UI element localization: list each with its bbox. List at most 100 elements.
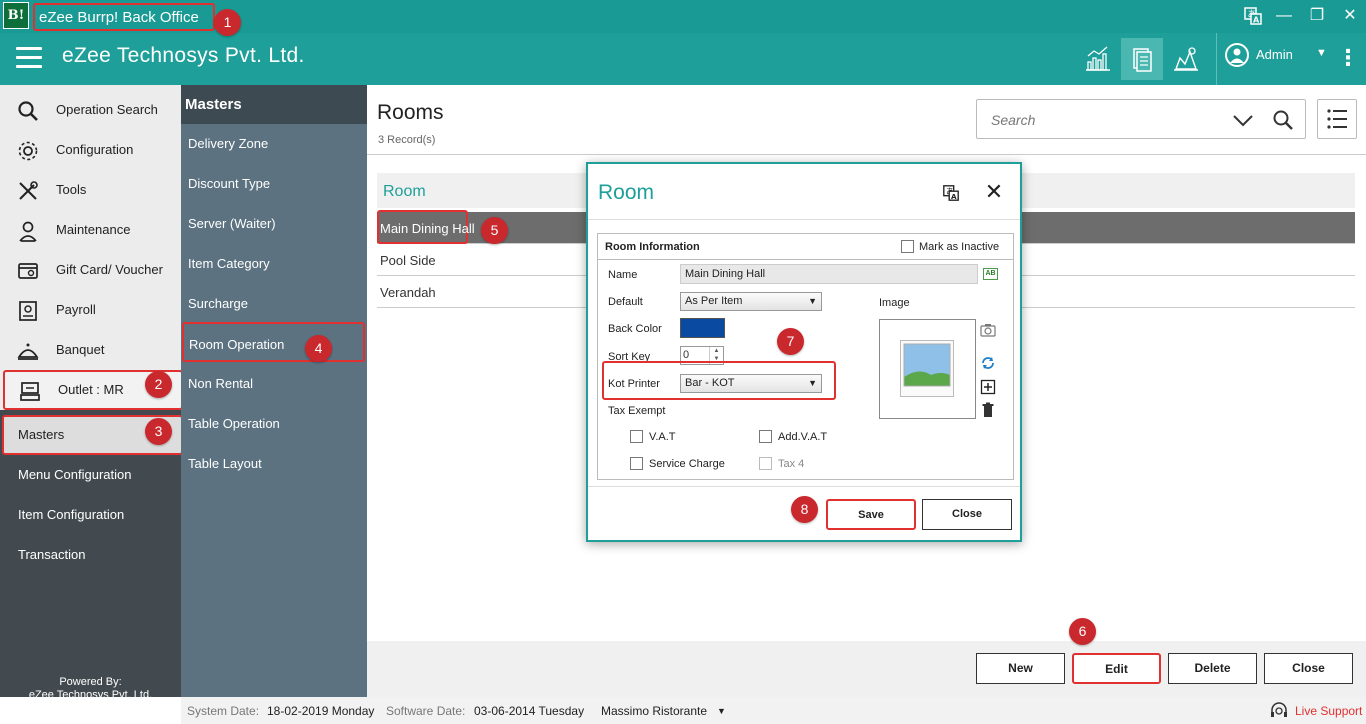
masters-item-label: Room Operation <box>189 337 285 352</box>
svg-text:A: A <box>951 192 957 201</box>
masters-item-delivery-zone[interactable]: Delivery Zone <box>181 124 367 164</box>
chevron-down-icon: ▼ <box>1316 47 1327 59</box>
property-selector[interactable]: Massimo Ristorante <box>601 704 707 718</box>
gear-icon <box>18 141 38 161</box>
masters-item-label: Table Layout <box>188 456 262 471</box>
back-color-picker[interactable] <box>680 318 725 338</box>
chevron-down-icon: ▼ <box>808 378 817 388</box>
masters-item-non-rental[interactable]: Non Rental <box>181 364 367 404</box>
masters-item-item-category[interactable]: Item Category <box>181 244 367 284</box>
app-header: eZee Technosys Pvt. Ltd. Admin ▼ ⋮ <box>0 33 1366 85</box>
divider <box>588 486 1020 487</box>
masters-item-discount-type[interactable]: Discount Type <box>181 164 367 204</box>
masters-panel: Masters Delivery Zone Discount Type Serv… <box>181 85 367 697</box>
refresh-icon[interactable] <box>980 355 996 371</box>
edit-button[interactable]: Edit <box>1072 653 1161 684</box>
abbreviation-icon[interactable]: AB <box>983 268 998 280</box>
documents-icon[interactable] <box>1121 38 1163 80</box>
operations-icon[interactable] <box>1165 38 1207 80</box>
search-field[interactable]: Search <box>976 99 1306 139</box>
tools-icon <box>19 181 38 200</box>
window-close-button[interactable]: ✕ <box>1336 4 1364 28</box>
masters-item-table-layout[interactable]: Table Layout <box>181 444 367 484</box>
vat-checkbox[interactable] <box>630 430 643 443</box>
app-title: eZee Burrp! Back Office <box>33 3 215 31</box>
minimize-button[interactable]: — <box>1270 4 1298 28</box>
translate-icon[interactable]: あ A <box>942 184 960 202</box>
row-label: Pool Side <box>380 253 436 268</box>
translate-icon[interactable]: あ A <box>1243 6 1263 26</box>
service-charge-checkbox[interactable] <box>630 457 643 470</box>
tax-exempt-label: Tax Exempt <box>608 405 666 417</box>
payroll-icon <box>19 301 37 321</box>
vat-label: V.A.T <box>649 431 676 443</box>
close-icon[interactable]: ✕ <box>984 180 1004 204</box>
new-button[interactable]: New <box>976 653 1065 684</box>
masters-item-server-waiter[interactable]: Server (Waiter) <box>181 204 367 244</box>
sidebar-item-configuration[interactable]: Configuration <box>0 130 181 170</box>
record-count: 3 Record(s) <box>378 134 436 146</box>
hamburger-menu-icon[interactable] <box>16 47 42 69</box>
chevron-down-icon[interactable]: ▼ <box>717 706 726 716</box>
mark-inactive-checkbox[interactable] <box>901 240 914 253</box>
image-preview[interactable] <box>879 319 976 419</box>
company-name: eZee Technosys Pvt. Ltd. <box>62 44 305 67</box>
list-icon <box>1327 109 1347 129</box>
powered-by-company: eZee Technosys Pvt. Ltd. <box>28 689 153 701</box>
save-button[interactable]: Save <box>826 499 916 530</box>
headset-icon[interactable] <box>1269 701 1289 721</box>
sidebar-item-label: Menu Configuration <box>18 467 132 482</box>
sidebar-item-payroll[interactable]: Payroll <box>0 290 181 330</box>
masters-item-room-operation[interactable]: Room Operation <box>182 322 365 362</box>
outlet-icon <box>20 382 40 401</box>
sidebar-item-tools[interactable]: Tools <box>0 170 181 210</box>
tax4-checkbox[interactable] <box>759 457 772 470</box>
trash-icon[interactable] <box>980 402 996 418</box>
dialog-close-button[interactable]: Close <box>922 499 1012 530</box>
column-header-label: Room <box>383 183 426 200</box>
add-vat-checkbox[interactable] <box>759 430 772 443</box>
sidebar-item-label: Maintenance <box>56 222 131 237</box>
section-title: Room Information <box>605 241 700 253</box>
close-button[interactable]: Close <box>1264 653 1353 684</box>
search-input[interactable]: Search <box>991 112 1035 128</box>
masters-item-label: Discount Type <box>188 176 271 191</box>
masters-title: Masters <box>185 96 242 113</box>
row-label: Verandah <box>380 285 436 300</box>
sidebar-item-maintenance[interactable]: Maintenance <box>0 210 181 250</box>
step-badge-6: 6 <box>1069 618 1096 645</box>
sidebar-item-menu-configuration[interactable]: Menu Configuration <box>0 455 181 495</box>
kot-printer-select-value: Bar - KOT <box>685 377 735 389</box>
reports-chart-icon[interactable] <box>1077 38 1119 80</box>
maintenance-icon <box>19 221 37 242</box>
room-information-group: Room Information Mark as Inactive Name M… <box>597 233 1014 480</box>
image-label: Image <box>879 297 910 309</box>
main-header: Rooms 3 Record(s) Search <box>367 85 1366 155</box>
search-icon[interactable] <box>1271 108 1295 132</box>
delete-button[interactable]: Delete <box>1168 653 1257 684</box>
list-view-toggle-button[interactable] <box>1317 99 1357 139</box>
sidebar-item-item-configuration[interactable]: Item Configuration <box>0 495 181 535</box>
masters-item-table-operation[interactable]: Table Operation <box>181 404 367 444</box>
masters-item-surcharge[interactable]: Surcharge <box>181 284 367 324</box>
kot-printer-select[interactable]: Bar - KOT ▼ <box>680 374 822 393</box>
system-date-label: System Date: <box>187 704 260 718</box>
sidebar-item-transaction[interactable]: Transaction <box>0 535 181 575</box>
default-select[interactable]: As Per Item ▼ <box>680 292 822 311</box>
name-field[interactable]: Main Dining Hall <box>680 264 978 284</box>
add-image-icon[interactable] <box>980 379 996 395</box>
restore-button[interactable]: ❐ <box>1303 4 1331 28</box>
masters-item-label: Surcharge <box>188 296 248 311</box>
more-options-icon[interactable]: ⋮ <box>1337 43 1359 73</box>
live-support-link[interactable]: Live Support <box>1295 704 1362 718</box>
window-title-bar: B! eZee Burrp! Back Office あ A — ❐ ✕ <box>0 0 1366 33</box>
mark-inactive-label: Mark as Inactive <box>919 241 1000 253</box>
chevron-down-icon[interactable] <box>1232 110 1254 130</box>
masters-item-label: Server (Waiter) <box>188 216 276 231</box>
camera-icon[interactable] <box>980 322 996 338</box>
sidebar-item-gift-card[interactable]: Gift Card/ Voucher <box>0 250 181 290</box>
sidebar-item-operation-search[interactable]: Operation Search <box>0 90 181 130</box>
user-menu[interactable]: Admin ▼ ⋮ <box>1216 33 1366 85</box>
page-title: Rooms <box>377 101 444 124</box>
sidebar-item-banquet[interactable]: Banquet <box>0 330 181 370</box>
